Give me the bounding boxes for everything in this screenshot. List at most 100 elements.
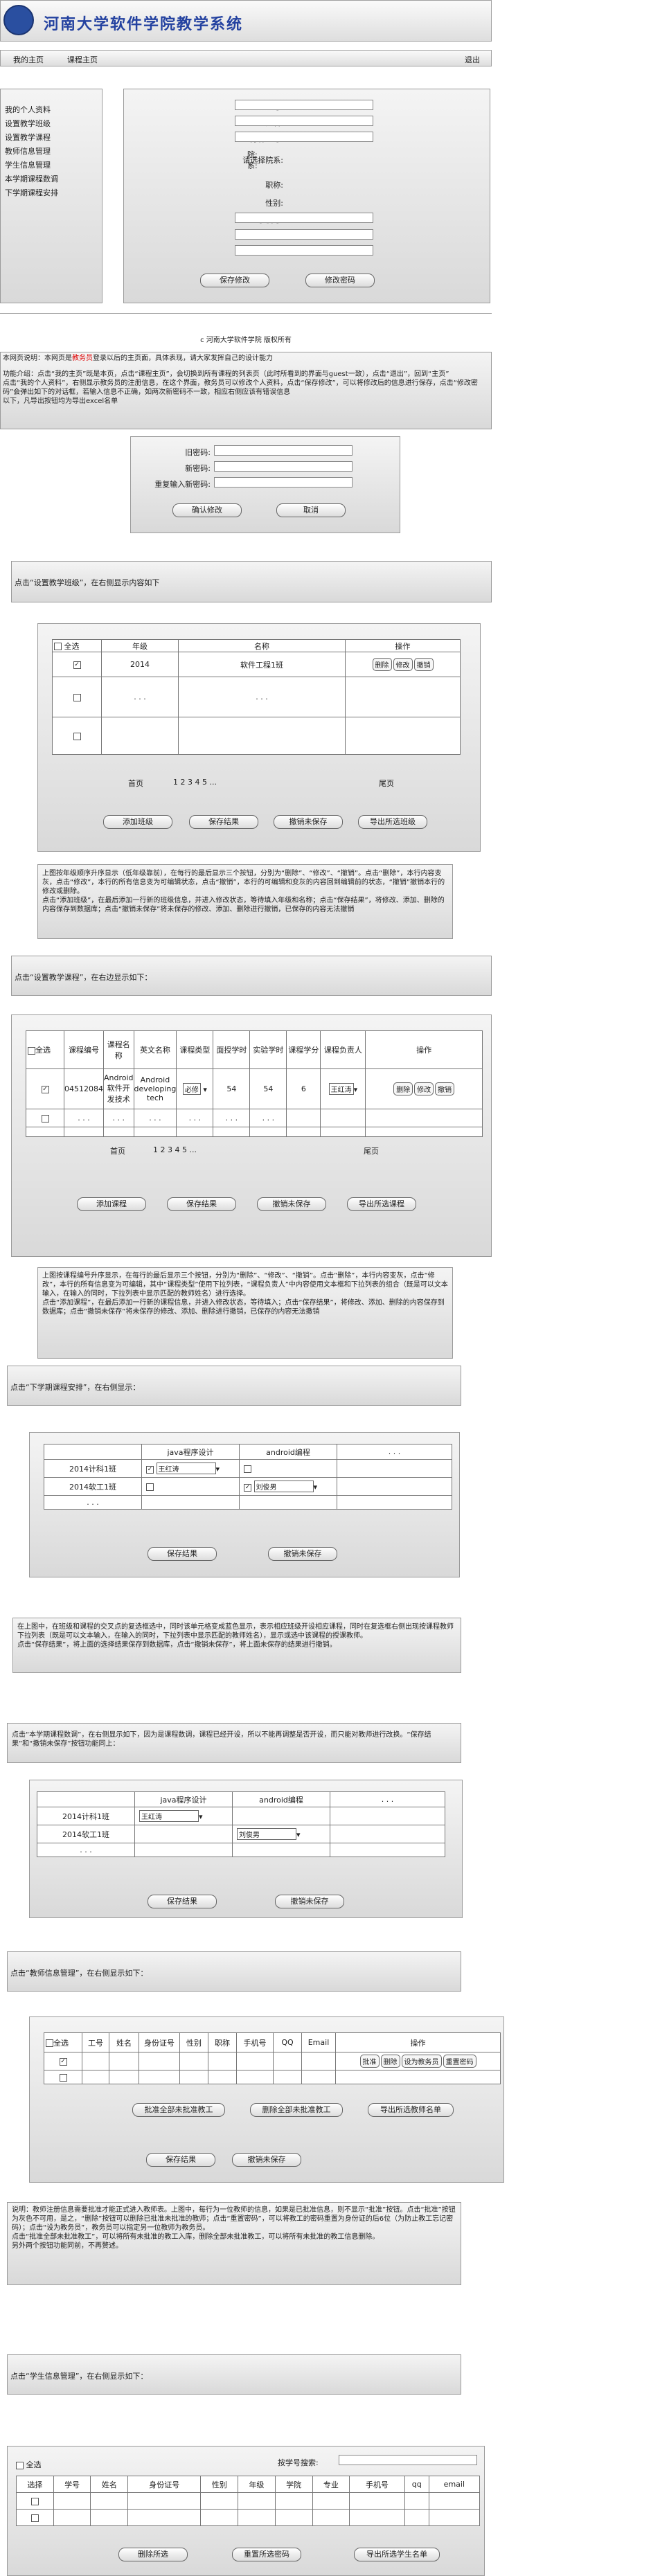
delete-button[interactable]: 删除 (393, 1082, 413, 1095)
sidebar-item-current-term[interactable]: 本学期课程数调 (5, 172, 58, 186)
add-class-button[interactable]: 添加班级 (103, 815, 172, 829)
export-class-button[interactable]: 导出所选班级 (358, 815, 427, 829)
row-checkbox[interactable] (59, 2073, 67, 2082)
pager-last[interactable]: 尾页 (364, 1145, 379, 1156)
pager-first[interactable]: 首页 (128, 778, 143, 789)
row-checkbox[interactable] (30, 2497, 39, 2505)
row-checkbox[interactable] (41, 1114, 49, 1122)
col-college: 学院 (274, 2476, 313, 2493)
approve-button[interactable]: 批准 (359, 2055, 380, 2068)
chevron-down-icon[interactable]: ▾ (203, 1085, 207, 1094)
pager-first[interactable]: 首页 (110, 1145, 125, 1156)
select-all-checkbox[interactable] (46, 2039, 53, 2047)
teacher-select[interactable]: 王红涛 (139, 1810, 199, 1822)
delete-selected-button[interactable]: 删除所选 (118, 2548, 188, 2561)
reset-selected-password-button[interactable]: 重置所选密码 (232, 2548, 301, 2561)
select-all-checkbox[interactable] (54, 643, 62, 650)
assign-checkbox[interactable] (146, 1483, 154, 1491)
modify-password-button[interactable]: 修改密码 (305, 274, 375, 287)
delete-button[interactable]: 删除 (372, 658, 392, 671)
chevron-down-icon[interactable]: ▾ (296, 1830, 301, 1839)
input-qq[interactable] (235, 229, 373, 240)
nav-home[interactable]: 我的主页 (13, 54, 44, 65)
sidebar-item-next-term[interactable]: 下学期课程安排 (5, 186, 58, 200)
edit-button[interactable]: 修改 (393, 658, 413, 671)
input-email[interactable] (235, 245, 373, 256)
row-checkbox[interactable] (41, 1085, 49, 1093)
nav-logout[interactable]: 退出 (465, 54, 480, 65)
dept-department[interactable]: 系: (247, 160, 258, 171)
undo-button[interactable]: 撤销 (435, 1082, 455, 1095)
select-all-checkbox[interactable] (28, 1046, 35, 1055)
row-checkbox[interactable] (59, 2057, 67, 2066)
delete-all-unapproved-button[interactable]: 删除全部未批准教工 (250, 2103, 343, 2117)
undo-button[interactable]: 撤销 (413, 658, 434, 671)
set-admin-button[interactable]: 设为教务员 (401, 2055, 442, 2068)
save-adjust-button[interactable]: 保存结果 (148, 1895, 217, 1908)
class-select-all[interactable]: 全选 (52, 639, 102, 652)
sidebar-item-teacher[interactable]: 教师信息管理 (5, 145, 58, 159)
input-idcard[interactable] (235, 132, 373, 142)
export-students-button[interactable]: 导出所选学生名单 (354, 2548, 440, 2561)
type-select[interactable]: 必修 (182, 1083, 201, 1095)
edit-button[interactable]: 修改 (414, 1082, 434, 1095)
export-course-button[interactable]: 导出所选课程 (347, 1197, 416, 1211)
chevron-down-icon[interactable]: ▾ (199, 1812, 203, 1821)
save-course-button[interactable]: 保存结果 (167, 1197, 236, 1211)
input-old-pwd[interactable] (214, 445, 353, 456)
approve-all-button[interactable]: 批准全部未批准教工 (132, 2103, 225, 2117)
search-input[interactable] (339, 2455, 477, 2465)
assign-checkbox[interactable] (244, 1483, 251, 1492)
input-new-pwd[interactable] (214, 461, 353, 472)
input-repeat-pwd[interactable] (214, 477, 353, 488)
chevron-down-icon[interactable]: ▾ (314, 1483, 318, 1492)
save-class-button[interactable]: 保存结果 (189, 815, 258, 829)
assign-checkbox[interactable] (244, 1465, 251, 1473)
undo-class-button[interactable]: 撤销未保存 (274, 815, 343, 829)
pager-last[interactable]: 尾页 (379, 778, 394, 789)
row-checkbox[interactable] (30, 2514, 39, 2522)
cancel-password-button[interactable]: 取消 (276, 503, 346, 517)
input-name[interactable] (235, 116, 373, 126)
undo-arrange-button[interactable]: 撤销未保存 (268, 1547, 337, 1561)
undo-adjust-button[interactable]: 撤销未保存 (275, 1895, 344, 1908)
dept-college[interactable]: 院: (247, 149, 258, 160)
sidebar-item-course[interactable]: 设置教学课程 (5, 131, 58, 145)
teacher-select[interactable]: 刘俊男 (253, 1481, 314, 1492)
confirm-password-button[interactable]: 确认修改 (172, 503, 242, 517)
reset-password-button[interactable]: 重置密码 (443, 2055, 476, 2068)
save-arrange-button[interactable]: 保存结果 (148, 1547, 217, 1561)
sidebar-item-class[interactable]: 设置教学班级 (5, 117, 58, 131)
export-teachers-button[interactable]: 导出所选教师名单 (368, 2103, 454, 2117)
teacher-select[interactable]: 刘俊男 (237, 1828, 296, 1840)
nav-course-home[interactable]: 课程主页 (67, 54, 98, 65)
owner-select[interactable]: 王红涛 (328, 1083, 354, 1095)
undo-teacher-button[interactable]: 撤销未保存 (232, 2153, 301, 2167)
course-select-all[interactable]: 全选 (26, 1030, 64, 1069)
chevron-down-icon[interactable]: ▾ (216, 1465, 220, 1474)
row-checkbox[interactable] (73, 693, 81, 701)
save-profile-button[interactable]: 保存修改 (200, 274, 269, 287)
row-checkbox[interactable] (73, 732, 81, 740)
teacher-select[interactable]: 王红涛 (156, 1463, 216, 1474)
save-teacher-button[interactable]: 保存结果 (146, 2153, 215, 2167)
input-id[interactable] (235, 100, 373, 110)
col-type: 课程类型 (176, 1030, 214, 1069)
sidebar-item-profile[interactable]: 我的个人资料 (5, 103, 58, 117)
sidebar-item-student[interactable]: 学生信息管理 (5, 159, 58, 172)
col-java: java程序设计 (141, 1444, 240, 1460)
input-phone[interactable] (235, 213, 373, 223)
student-select-all[interactable]: 全选 (16, 2459, 42, 2470)
add-course-button[interactable]: 添加课程 (77, 1197, 146, 1211)
assign-checkbox[interactable] (146, 1465, 154, 1474)
chevron-down-icon[interactable]: ▾ (354, 1085, 358, 1094)
table-row: . . . . . . (52, 677, 461, 717)
row-checkbox[interactable] (73, 661, 81, 669)
select-all-checkbox[interactable] (16, 2461, 24, 2469)
pager-pages[interactable]: 1 2 3 4 5 ... (173, 778, 217, 787)
delete-button[interactable]: 删除 (380, 2055, 400, 2068)
pager-pages[interactable]: 1 2 3 4 5 ... (153, 1145, 197, 1154)
teacher-select-all[interactable]: 全选 (44, 2032, 82, 2052)
label-gender: 性别: (265, 199, 283, 208)
undo-course-button[interactable]: 撤销未保存 (257, 1197, 326, 1211)
